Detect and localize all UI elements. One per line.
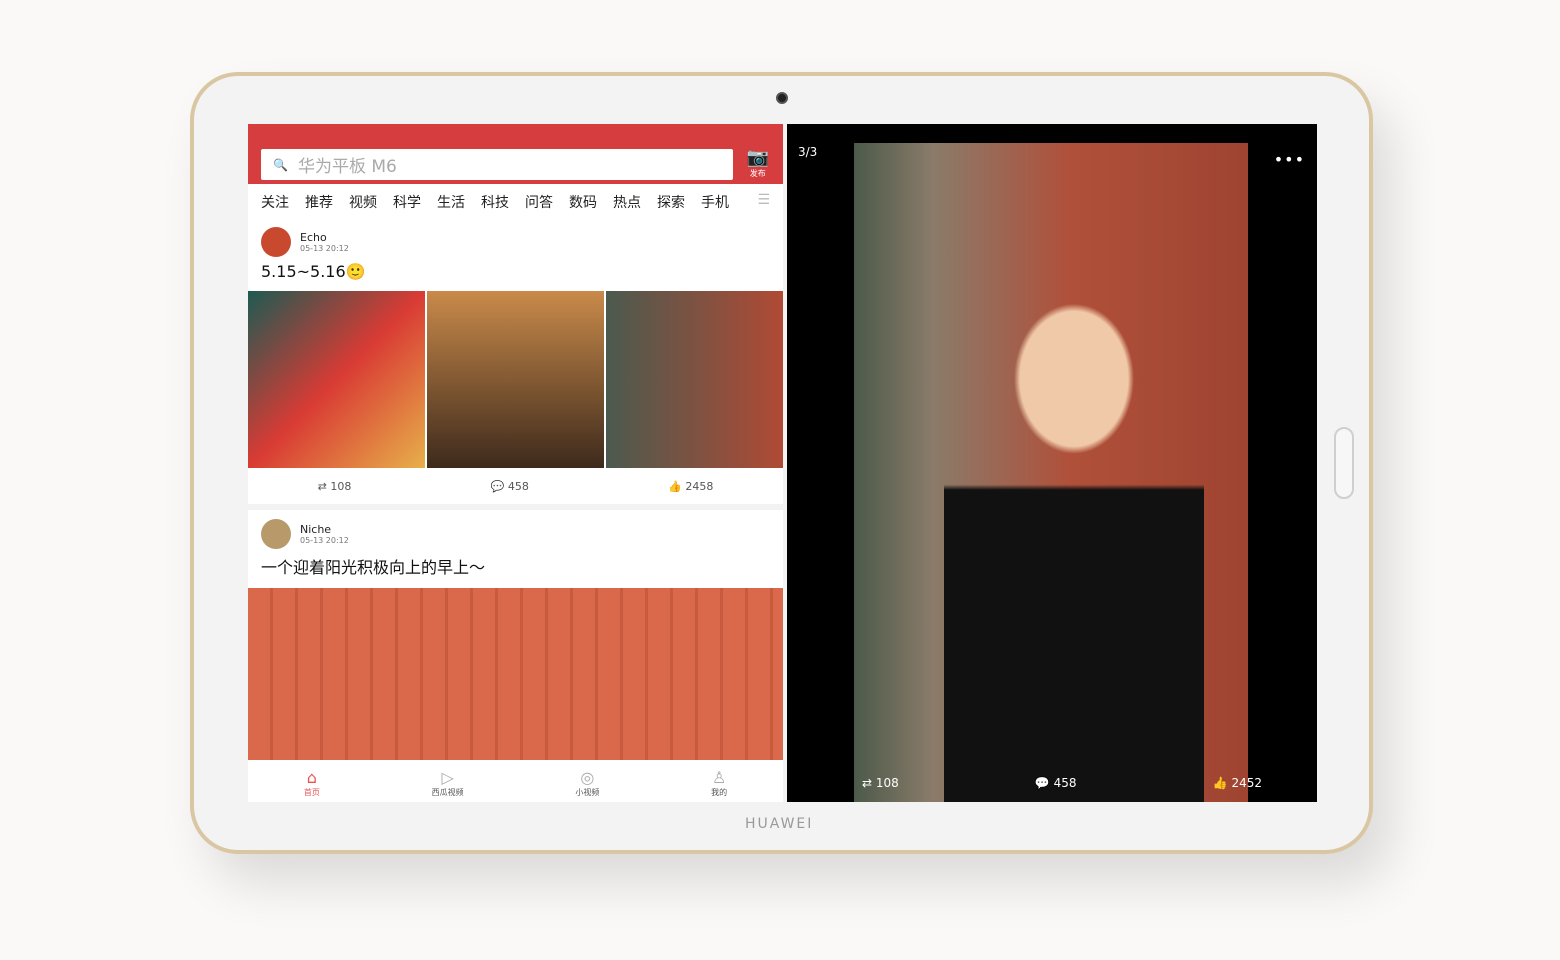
top-bar: 🔍 华为平板 M6 📷 发布 [248,124,783,184]
like-button[interactable]: 👍 2452 [1213,776,1262,790]
category-tabs: 关注 推荐 视频 科学 生活 科技 问答 数码 热点 探索 手机 ☰ [248,184,783,218]
post-images [248,291,783,468]
image-new-york[interactable] [248,291,425,468]
tab[interactable]: 探索 [657,192,685,218]
search-placeholder: 华为平板 M6 [297,157,397,177]
image-viewer: 3/3 ••• ⇄ 108 💬 458 👍 2452 [787,124,1317,802]
post-stats: ⇄ 108 💬 458 👍 2458 [248,468,783,504]
avatar[interactable] [261,227,291,257]
tab[interactable]: 视频 [349,192,377,218]
tab[interactable]: 生活 [437,192,465,218]
nav-short-video[interactable]: ◎ 小视频 [575,769,599,798]
camera-icon: 📷 [746,147,769,168]
nav-label: 西瓜视频 [431,788,464,797]
search-icon: 🔍 [273,157,288,172]
tab[interactable]: 手机 [701,192,729,218]
tab[interactable]: 热点 [613,192,641,218]
feed-pane: 🔍 华为平板 M6 📷 发布 关注 推荐 视频 科学 生活 科技 问答 数码 热点 探索 手机 ☰ Ec… [248,124,783,802]
image-stairs[interactable] [427,291,604,468]
image-portrait[interactable] [606,291,783,468]
tab[interactable]: 科技 [481,192,509,218]
image-counter: 3/3 [798,145,818,159]
post-time: 05-13 20:12 [300,244,349,253]
menu-icon[interactable]: ☰ [757,192,770,218]
like-count: 2458 [685,479,714,493]
nav-label: 小视频 [575,788,600,797]
avatar[interactable] [261,519,291,549]
user-icon: ♙ [711,768,727,787]
repost-button[interactable]: ⇄ 108 [862,776,899,790]
viewer-photo[interactable] [854,143,1248,802]
post-card: Niche 05-13 20:12 一个迎着阳光积极向上的早上～ [248,518,783,578]
author-name[interactable]: Echo [300,231,349,244]
post-time: 05-13 20:12 [300,536,349,545]
post-label: 发布 [749,169,766,178]
like-button[interactable]: 👍 2458 [668,480,713,493]
tab[interactable]: 推荐 [305,192,333,218]
tab[interactable]: 数码 [569,192,597,218]
divider [248,504,783,510]
repost-button[interactable]: ⇄ 108 [318,480,352,493]
tab[interactable]: 关注 [261,192,289,218]
bottom-nav: ⌂ 首页 ▷ 西瓜视频 ◎ 小视频 ♙ 我的 [248,765,783,802]
video-icon: ◎ [580,768,595,787]
tab[interactable]: 问答 [525,192,553,218]
author-name[interactable]: Niche [300,523,349,536]
post-button[interactable]: 📷 发布 [747,148,769,179]
like-count: 2452 [1231,776,1262,790]
image-orange-wall[interactable] [248,588,783,760]
comment-count: 458 [1053,776,1077,790]
nav-xigua-video[interactable]: ▷ 西瓜视频 [432,769,464,798]
comment-count: 458 [507,479,529,493]
search-input[interactable]: 🔍 华为平板 M6 [261,149,733,180]
post-text: 一个迎着阳光积极向上的早上～ [261,558,486,577]
nav-label: 首页 [303,788,320,797]
repost-count: 108 [875,776,899,790]
camera-icon [776,92,788,104]
viewer-stats: ⇄ 108 💬 458 👍 2452 [862,776,1262,790]
brand-logo: HUAWEI [745,816,814,832]
post-text: 5.15~5.16🙂 [261,262,366,281]
comment-button[interactable]: 💬 458 [491,480,529,493]
comment-button[interactable]: 💬 458 [1035,776,1077,790]
home-icon: ⌂ [306,768,317,787]
play-icon: ▷ [441,768,454,787]
home-button[interactable] [1334,427,1354,499]
photo-subject [944,273,1204,802]
nav-label: 我的 [711,788,728,797]
tab[interactable]: 科学 [393,192,421,218]
repost-count: 108 [330,479,352,493]
nav-me[interactable]: ♙ 我的 [711,769,727,798]
post-card: Echo 05-13 20:12 5.15~5.16🙂 [248,226,783,281]
nav-home[interactable]: ⌂ 首页 [304,769,320,798]
more-icon[interactable]: ••• [1274,150,1305,169]
